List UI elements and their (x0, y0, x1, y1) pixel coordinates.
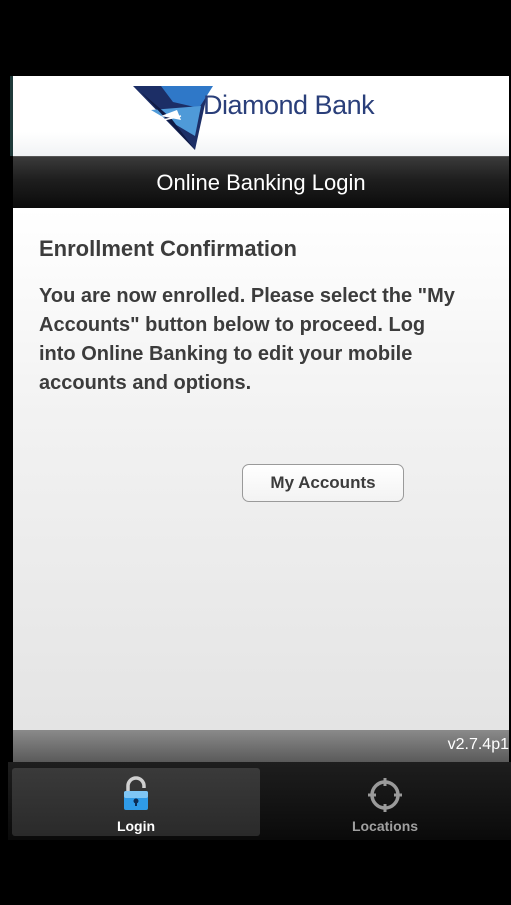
tab-bar: Login Locations (8, 762, 511, 840)
content-panel: Enrollment Confirmation You are now enro… (13, 208, 509, 730)
brand-banner: Diamond Bank (10, 76, 509, 156)
status-area (8, 0, 511, 76)
version-label: v2.7.4p1 (447, 736, 509, 753)
version-bar: v2.7.4p1 (13, 730, 509, 762)
confirmation-message: You are now enrolled. Please select the … (39, 285, 455, 394)
page-header: Online Banking Login (13, 156, 509, 208)
page-title: Online Banking Login (156, 170, 366, 195)
my-accounts-button[interactable]: My Accounts (242, 464, 404, 502)
tab-locations[interactable]: Locations (261, 768, 509, 836)
tab-login-label: Login (116, 818, 156, 834)
tab-locations-label: Locations (351, 818, 419, 834)
lock-icon (124, 776, 148, 810)
app-frame: Diamond Bank Online Banking Login Enroll… (8, 0, 511, 905)
crosshair-icon (368, 778, 402, 812)
tab-login[interactable]: Login (12, 768, 260, 836)
brand-name: Diamond Bank (203, 90, 375, 120)
bottom-area (8, 840, 511, 905)
section-heading: Enrollment Confirmation (39, 236, 297, 261)
